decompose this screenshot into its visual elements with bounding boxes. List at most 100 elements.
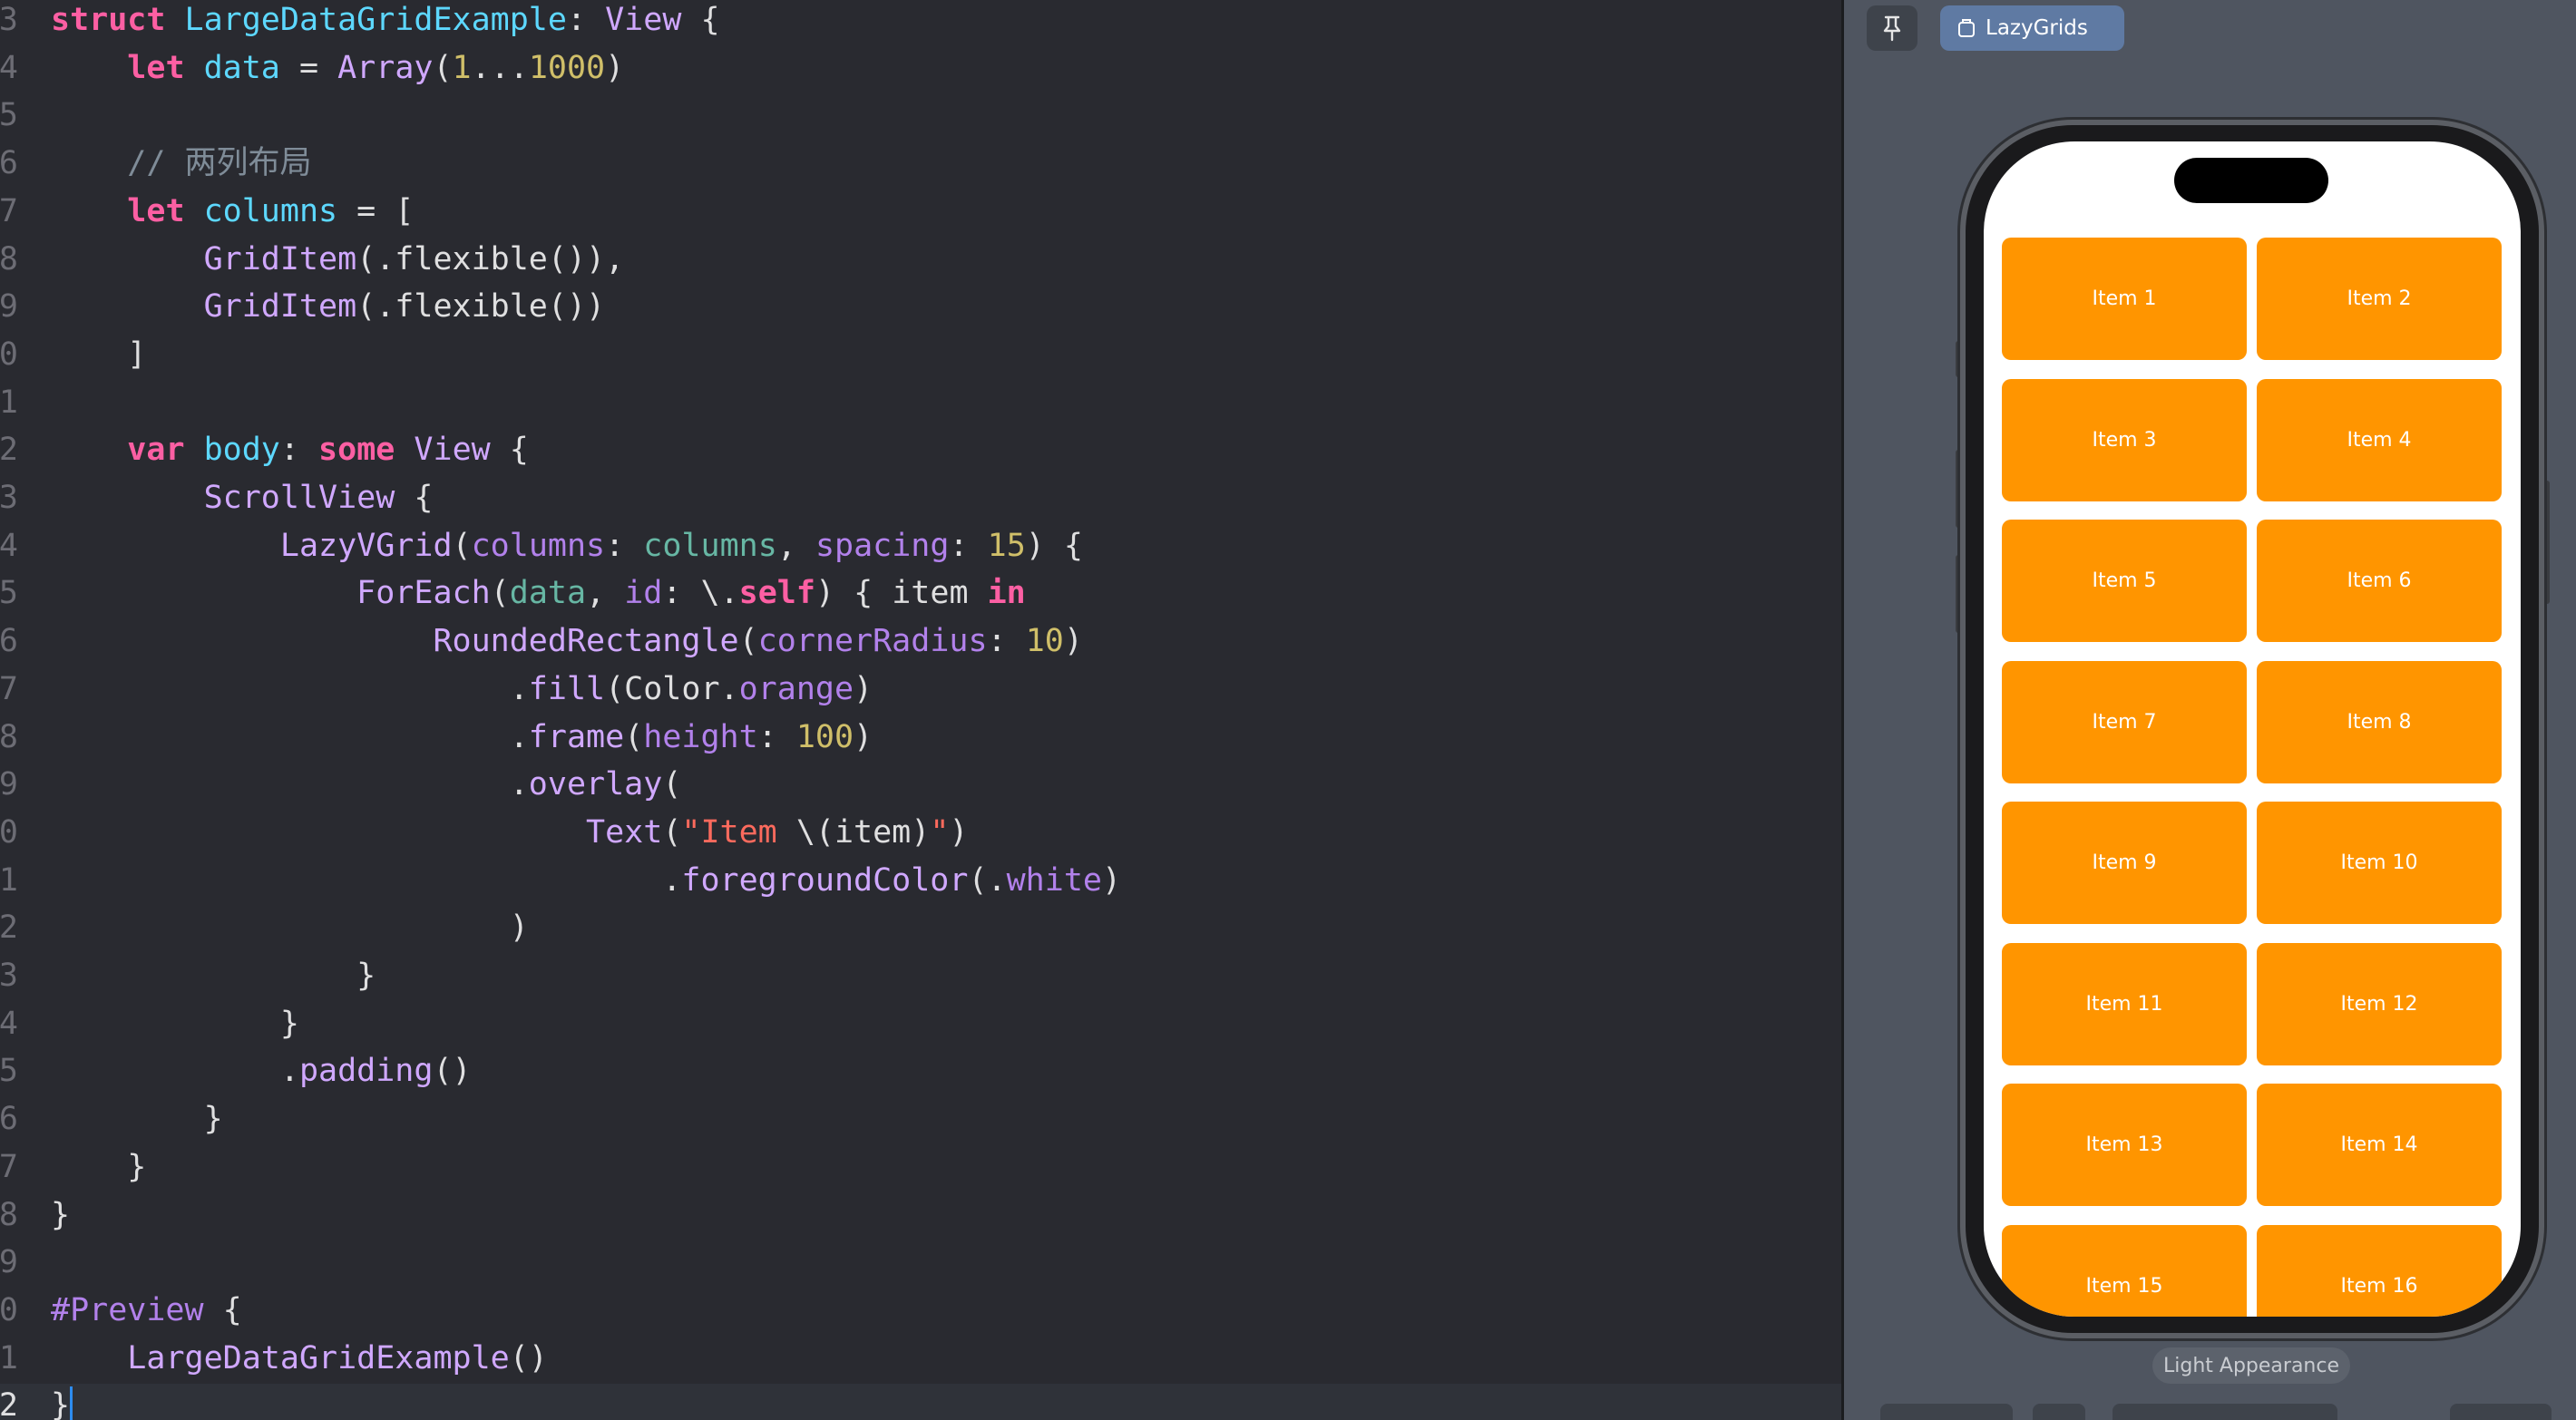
code-line[interactable]: 6 // 两列布局 bbox=[0, 141, 1841, 185]
code-text: struct LargeDataGridExample: View { bbox=[51, 0, 720, 42]
grid-item[interactable]: Item 2 bbox=[2257, 238, 2502, 360]
grid-item[interactable]: Item 15 bbox=[2002, 1224, 2247, 1317]
code-line[interactable]: 0 #Preview { bbox=[0, 1289, 1841, 1332]
device-settings-control[interactable] bbox=[2113, 1404, 2337, 1420]
dynamic-island bbox=[2174, 158, 2328, 203]
code-line[interactable]: 1 .foregroundColor(.white) bbox=[0, 859, 1841, 902]
code-text: } bbox=[51, 1097, 223, 1141]
code-token: overlay bbox=[528, 766, 663, 803]
code-line[interactable]: 4 let data = Array(1...1000) bbox=[0, 46, 1841, 90]
device-screen[interactable]: Item 1 Item 2 Item 3 Item 4 Item 5 Item 6 Item… bbox=[1984, 141, 2521, 1317]
code-line[interactable]: 5 .padding() bbox=[0, 1049, 1841, 1093]
code-token: (. bbox=[968, 861, 1007, 899]
code-line[interactable]: 1 LargeDataGridExample() bbox=[0, 1337, 1841, 1380]
line-number: 1 bbox=[0, 1339, 18, 1376]
grid-item[interactable]: Item 11 bbox=[2002, 942, 2247, 1065]
line-number: 1 bbox=[0, 861, 18, 899]
code-editor[interactable]: 3 struct LargeDataGridExample: View {4 le… bbox=[0, 0, 1841, 1420]
grid-item[interactable]: Item 10 bbox=[2257, 802, 2502, 924]
code-line[interactable]: 8} bbox=[0, 1193, 1841, 1237]
grid-item-label: Item 9 bbox=[2092, 851, 2157, 874]
grid-item-label: Item 11 bbox=[2085, 992, 2163, 1016]
code-line[interactable]: 8 GridItem(.flexible()), bbox=[0, 238, 1841, 281]
line-number: 8 bbox=[0, 718, 18, 755]
line-number: 9 bbox=[0, 766, 18, 803]
code-line[interactable]: 2 var body: some View { bbox=[0, 428, 1841, 472]
line-number: 6 bbox=[0, 1101, 18, 1138]
code-line[interactable]: 9 .overlay( bbox=[0, 763, 1841, 806]
code-token: ( bbox=[433, 49, 453, 86]
code-token: frame bbox=[528, 718, 625, 755]
grid-item-label: Item 10 bbox=[2340, 851, 2418, 874]
zoom-control[interactable] bbox=[2450, 1404, 2552, 1420]
code-line[interactable]: 7 .fill(Color.orange) bbox=[0, 667, 1841, 711]
pin-preview-button[interactable] bbox=[1867, 5, 1917, 51]
code-line[interactable]: 9 bbox=[0, 1240, 1841, 1284]
code-line[interactable]: 0 Text("Item \(item)") bbox=[0, 811, 1841, 854]
appearance-chip[interactable]: Light Appearance bbox=[2152, 1347, 2350, 1384]
code-line[interactable]: 9 GridItem(.flexible()) bbox=[0, 285, 1841, 328]
code-line[interactable]: 4 } bbox=[0, 1002, 1841, 1046]
code-line[interactable]: 6 } bbox=[0, 1097, 1841, 1141]
line-number: 0 bbox=[0, 1291, 18, 1328]
selectable-preview-control[interactable] bbox=[2033, 1404, 2085, 1420]
line-number: 1 bbox=[0, 384, 18, 421]
code-token: padding bbox=[298, 1053, 434, 1090]
code-token: let bbox=[127, 49, 185, 86]
code-line[interactable]: 8 .frame(height: 100) bbox=[0, 715, 1841, 759]
code-line[interactable]: 6 RoundedRectangle(cornerRadius: 10) bbox=[0, 619, 1841, 663]
code-token: \(item) bbox=[795, 813, 931, 851]
line-number: 0 bbox=[0, 813, 18, 851]
code-line[interactable]: 0 ] bbox=[0, 333, 1841, 376]
grid-item[interactable]: Item 3 bbox=[2002, 378, 2247, 501]
preview-tab-lazygrids[interactable]: LazyGrids bbox=[1940, 5, 2124, 51]
grid-item[interactable]: Item 9 bbox=[2002, 802, 2247, 924]
grid-item[interactable]: Item 12 bbox=[2257, 942, 2502, 1065]
code-token: : bbox=[605, 527, 644, 564]
code-token: columns bbox=[643, 527, 777, 564]
code-line[interactable]: 7 let columns = [ bbox=[0, 190, 1841, 233]
line-number: 3 bbox=[0, 2, 18, 38]
code-token: 15 bbox=[987, 527, 1026, 564]
code-line[interactable]: 2 ) bbox=[0, 906, 1841, 949]
code-line[interactable]: 3 struct LargeDataGridExample: View { bbox=[0, 0, 1841, 42]
code-token: } bbox=[51, 1148, 147, 1185]
code-token: 10 bbox=[1025, 623, 1064, 660]
grid-item[interactable]: Item 5 bbox=[2002, 520, 2247, 642]
code-token: : \. bbox=[662, 575, 739, 612]
code-line[interactable]: 2} bbox=[0, 1384, 1841, 1420]
code-token: View bbox=[605, 2, 682, 38]
code-text: LargeDataGridExample() bbox=[51, 1337, 548, 1380]
grid-item[interactable]: Item 13 bbox=[2002, 1084, 2247, 1206]
code-token: } bbox=[51, 1196, 71, 1233]
code-token: ForEach bbox=[356, 575, 491, 612]
code-line[interactable]: 1 bbox=[0, 381, 1841, 424]
live-preview-control[interactable] bbox=[1880, 1404, 2013, 1420]
code-token: } bbox=[51, 1005, 299, 1042]
code-token: ) { bbox=[1025, 527, 1083, 564]
grid-item[interactable]: Item 8 bbox=[2257, 660, 2502, 783]
code-token: } bbox=[51, 1387, 71, 1420]
text-cursor bbox=[70, 1386, 73, 1420]
code-line[interactable]: 7 } bbox=[0, 1145, 1841, 1189]
code-line[interactable]: 5 ForEach(data, id: \.self) { item in bbox=[0, 571, 1841, 615]
line-number: 7 bbox=[0, 670, 18, 707]
code-text: ForEach(data, id: \.self) { item in bbox=[51, 571, 1026, 615]
line-number: 5 bbox=[0, 97, 18, 134]
code-line[interactable]: 3 } bbox=[0, 954, 1841, 997]
grid-item[interactable]: Item 4 bbox=[2257, 378, 2502, 501]
grid-item[interactable]: Item 1 bbox=[2002, 238, 2247, 360]
grid-item[interactable]: Item 16 bbox=[2257, 1224, 2502, 1317]
grid-item[interactable]: Item 6 bbox=[2257, 520, 2502, 642]
line-number: 9 bbox=[0, 1244, 18, 1281]
code-line[interactable]: 3 ScrollView { bbox=[0, 476, 1841, 520]
grid-item-label: Item 15 bbox=[2085, 1274, 2163, 1298]
code-line[interactable]: 4 LazyVGrid(columns: columns, spacing: 1… bbox=[0, 524, 1841, 568]
code-token: 100 bbox=[795, 718, 854, 755]
code-line[interactable]: 5 bbox=[0, 93, 1841, 137]
grid-item[interactable]: Item 14 bbox=[2257, 1084, 2502, 1206]
code-token: { bbox=[681, 2, 720, 38]
grid-item[interactable]: Item 7 bbox=[2002, 660, 2247, 783]
